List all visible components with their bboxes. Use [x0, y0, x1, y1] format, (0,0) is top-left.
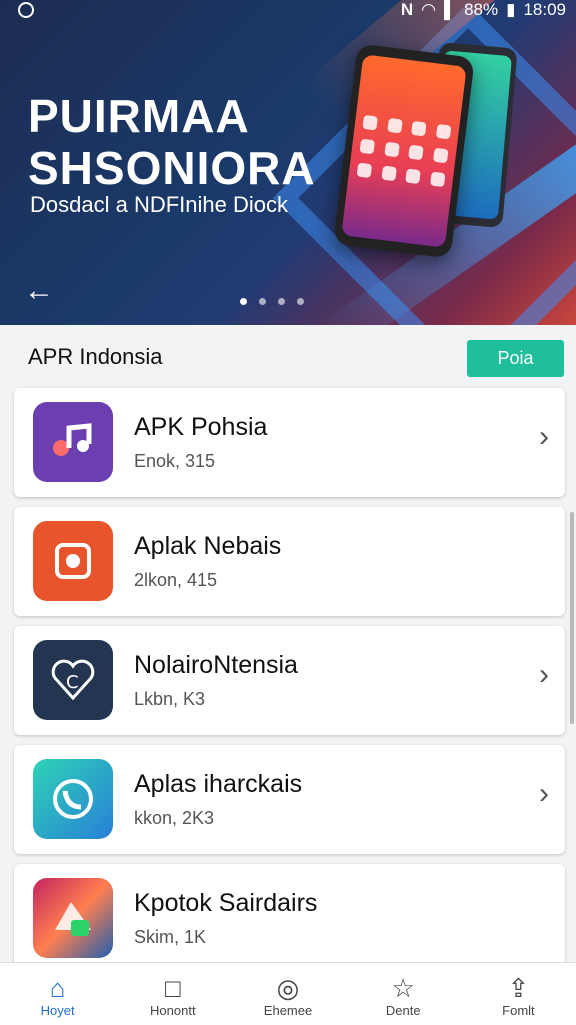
game-app-icon	[33, 878, 113, 958]
section-title: APR Indonsia	[28, 344, 163, 369]
battery-percent: 88%	[464, 0, 499, 19]
app-name: NolairoNtensia	[134, 651, 298, 679]
carousel-dots[interactable]	[240, 298, 304, 305]
hero-banner[interactable]: N ◠ ▌ 88% ▮ 18:09 PUIRMAA SHSONIORA Dosd…	[0, 0, 576, 325]
back-arrow-icon[interactable]: ←	[24, 276, 54, 306]
svg-text:C: C	[66, 672, 79, 693]
nav-home[interactable]: ⌂ Hoyet	[0, 963, 115, 1025]
hero-title: PUIRMAA SHSONIORA	[28, 90, 316, 194]
chevron-right-icon[interactable]: ›	[539, 660, 549, 690]
nav-share[interactable]: ⇪ Fomlt	[461, 963, 576, 1025]
chevron-right-icon[interactable]: ›	[539, 779, 549, 809]
nav-document[interactable]: □ Honontt	[115, 963, 230, 1025]
carousel-dot[interactable]	[240, 298, 247, 305]
phone-illustration	[333, 43, 475, 259]
nav-label: Ehemee	[263, 1003, 313, 1018]
app-list-item[interactable]: Kpotok Sairdairs Skim, 1K	[14, 864, 565, 973]
nav-explore[interactable]: ◎ Ehemee	[230, 963, 345, 1025]
music-app-icon	[33, 402, 113, 482]
app-list-item[interactable]: Aplas iharckais kkon, 2K3 ›	[14, 745, 565, 854]
app-name: Aplak Nebais	[134, 532, 282, 560]
app-name: Aplas iharckais	[134, 770, 303, 798]
signal-icon: ▌	[444, 0, 457, 19]
app-meta: 2lkon, 415	[134, 570, 218, 590]
nav-label: Fomlt	[502, 1003, 535, 1018]
nav-favorites[interactable]: ☆ Dente	[346, 963, 461, 1025]
carousel-dot[interactable]	[297, 298, 304, 305]
section-action-button[interactable]: Poia	[467, 340, 564, 377]
app-list-item[interactable]: APK Pohsia Enok, 315 ›	[14, 388, 565, 497]
battery-icon: ▮	[506, 0, 516, 19]
hero-subtitle: Dosdacl a NDFInihe Diock	[30, 192, 288, 217]
carousel-dot[interactable]	[278, 298, 285, 305]
camera-app-icon	[33, 521, 113, 601]
heart-app-icon: C	[33, 640, 113, 720]
carrier-label: N	[400, 0, 414, 19]
document-icon: □	[164, 973, 181, 1003]
app-list-item[interactable]: C NolairoNtensia Lkbn, K3 ›	[14, 626, 565, 735]
nav-label: Hoyet	[40, 1003, 75, 1018]
scrollbar[interactable]	[570, 512, 574, 724]
star-icon: ☆	[391, 973, 415, 1003]
app-meta: Skim, 1K	[134, 927, 207, 947]
bottom-navigation: ⌂ Hoyet □ Honontt ◎ Ehemee ☆ Dente ⇪ Fom…	[0, 962, 576, 1025]
nav-label: Dente	[385, 1003, 421, 1018]
clock: 18:09	[523, 0, 566, 19]
chevron-right-icon[interactable]: ›	[539, 422, 549, 452]
app-meta: Lkbn, K3	[134, 689, 206, 709]
phone-app-icon	[33, 759, 113, 839]
nav-label: Honontt	[150, 1003, 196, 1018]
notification-icon	[18, 2, 34, 18]
app-meta: kkon, 2K3	[134, 808, 215, 828]
carousel-dot[interactable]	[259, 298, 266, 305]
compass-icon: ◎	[276, 973, 300, 1003]
app-name: Kpotok Sairdairs	[134, 889, 318, 917]
app-meta: Enok, 315	[134, 451, 216, 471]
status-bar: N ◠ ▌ 88% ▮ 18:09	[0, 0, 576, 22]
app-name: APK Pohsia	[134, 413, 268, 441]
wifi-icon: ◠	[421, 0, 437, 19]
share-icon: ⇪	[507, 973, 530, 1003]
home-icon: ⌂	[49, 973, 66, 1003]
app-list-item[interactable]: Aplak Nebais 2lkon, 415	[14, 507, 565, 616]
